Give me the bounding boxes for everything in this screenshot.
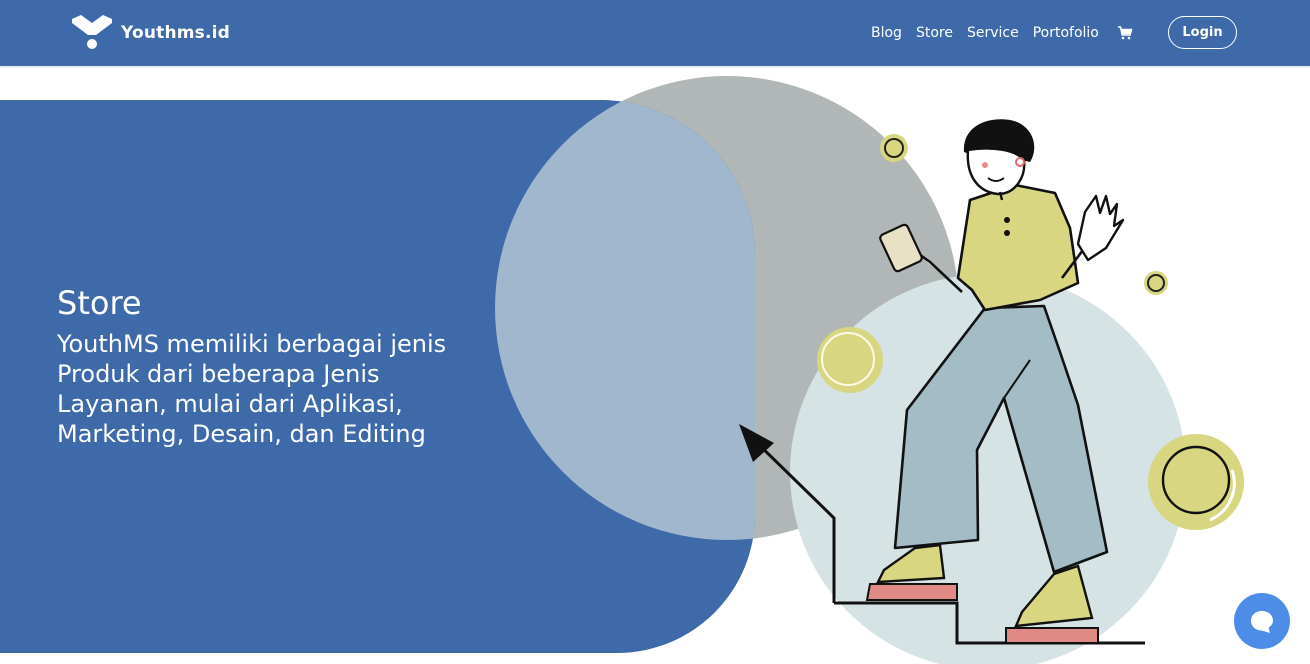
youthms-logo-icon (72, 15, 112, 49)
person-hand-wave (1076, 194, 1125, 262)
nav-link-service[interactable]: Service (967, 25, 1019, 41)
brand-link[interactable]: Youthms.id (72, 15, 230, 51)
hero-title: Store (57, 284, 142, 322)
hero-description: YouthMS memiliki berbagai jenis Produk d… (57, 330, 447, 448)
hero-text: Store YouthMS memiliki berbagai jenis Pr… (57, 283, 467, 449)
login-button[interactable]: Login (1168, 16, 1237, 49)
nav-link-store[interactable]: Store (916, 25, 953, 41)
brand-name[interactable]: Youthms.id (121, 23, 230, 43)
navbar: Youthms.id Blog Store Service Portofolio… (0, 0, 1310, 66)
person-face (966, 147, 1026, 196)
nav-link-portofolio[interactable]: Portofolio (1033, 25, 1099, 41)
cart-icon[interactable] (1117, 25, 1133, 41)
nav-link-blog[interactable]: Blog (871, 25, 902, 41)
person-shirt (956, 183, 1080, 312)
main-nav: Blog Store Service Portofolio (871, 22, 1133, 44)
chat-button[interactable] (1234, 593, 1290, 649)
chat-bubble-icon (1251, 611, 1273, 633)
